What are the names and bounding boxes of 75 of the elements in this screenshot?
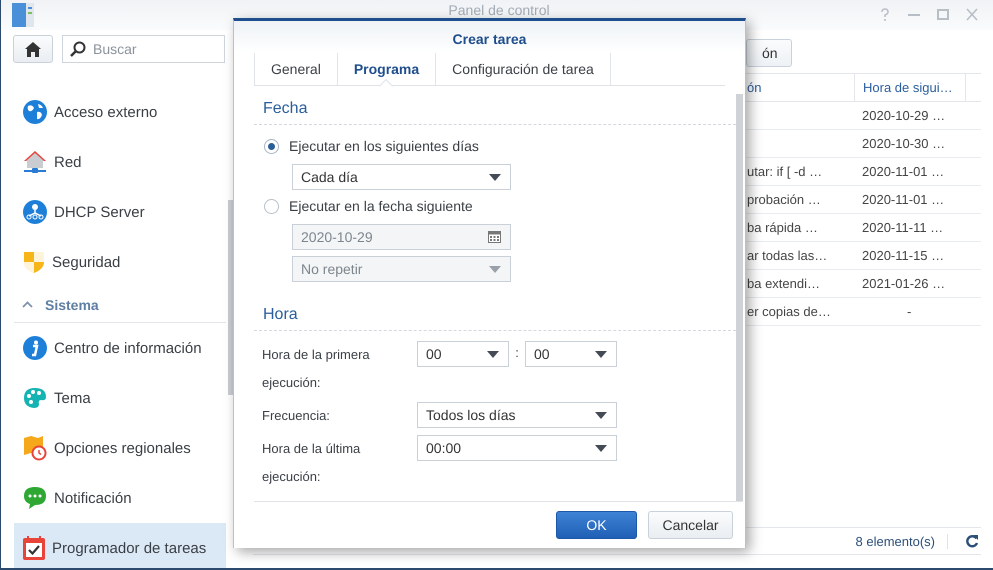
table-cell: 2020-10-29 … (862, 108, 946, 123)
sidebar-item[interactable]: Programador de tareas (14, 523, 226, 568)
dropdown[interactable]: Cada día (292, 164, 511, 190)
sidebar-item[interactable]: Tema (14, 373, 226, 423)
info-icon (23, 336, 47, 360)
table-cell: - (907, 304, 912, 319)
globe-icon (23, 100, 47, 124)
radio-option[interactable]: Ejecutar en la fecha siguiente (254, 196, 736, 216)
scrollbar[interactable] (228, 200, 233, 395)
section-header[interactable]: Sistema (14, 287, 226, 323)
search-icon (70, 41, 86, 57)
tab[interactable]: Configuración de tarea (435, 53, 611, 85)
dropdown[interactable]: 00 (417, 341, 509, 367)
radio-button[interactable] (264, 198, 279, 214)
item-count: 8 elemento(s) (856, 534, 948, 548)
separator: : (514, 344, 520, 362)
palette-icon (23, 387, 47, 409)
table-cell: er copias de… (747, 304, 831, 319)
radio-option[interactable]: Ejecutar en los siguientes días (254, 136, 736, 156)
field-label: Hora de la primera ejecución: (262, 346, 371, 392)
calendar-check-icon (23, 536, 45, 560)
caret-icon (595, 412, 607, 418)
dropdown[interactable]: Todos los días (417, 402, 617, 428)
sidebar-item[interactable]: DHCP Server (14, 187, 226, 237)
table-cell: 2020-11-11 … (862, 220, 944, 235)
caret-icon (595, 444, 607, 452)
table-cell: 2021-01-26 … (862, 276, 946, 291)
table-cell: 2020-11-15 … (862, 248, 944, 263)
section-title: Fecha (254, 100, 736, 125)
sidebar-item[interactable]: Seguridad (14, 237, 226, 287)
table-cell: utar: if [ -d … (747, 164, 822, 179)
table-cell: 2020-11-01 … (862, 164, 944, 179)
caret-icon (489, 174, 501, 180)
sidebar-item[interactable]: Centro de información (14, 323, 226, 373)
maximize-icon[interactable] (937, 8, 949, 22)
chat-bubble-icon (23, 486, 47, 510)
dialog-title: Crear tarea (234, 21, 745, 53)
cancel-button[interactable]: Cancelar (648, 511, 733, 539)
help-icon[interactable] (879, 8, 891, 22)
caret-icon (487, 350, 499, 358)
radio-button[interactable] (264, 138, 279, 154)
app-icon (12, 3, 34, 27)
table-cell: ba rápida … (747, 220, 818, 235)
sidebar-item[interactable]: Opciones regionales (14, 423, 226, 473)
column-header[interactable]: Hora de sigui… (854, 74, 966, 101)
table-cell: ba extendi… (747, 276, 820, 291)
caret-icon (595, 350, 607, 358)
ok-button[interactable]: OK (556, 511, 637, 539)
shield-icon (23, 250, 45, 274)
table-cell: 2020-10-30 … (862, 136, 946, 151)
home-button[interactable] (13, 35, 53, 63)
dropdown[interactable]: 00 (525, 341, 617, 367)
close-icon[interactable] (966, 8, 978, 22)
dropdown[interactable]: 00:00 (417, 435, 617, 461)
field-label: Frecuencia: (262, 407, 331, 425)
home-icon (25, 42, 41, 56)
tab[interactable]: General (254, 53, 337, 85)
network-icon (23, 200, 47, 224)
search-field[interactable]: Buscar (62, 35, 225, 63)
field-label: Hora de la última ejecución: (262, 440, 362, 486)
table-cell: ar todas las… (747, 248, 828, 263)
caret-icon (489, 266, 501, 272)
table-cell: 2020-11-01 … (862, 192, 944, 207)
sidebar-item[interactable]: Acceso externo (14, 87, 226, 137)
toolbar-button[interactable]: ón (746, 39, 792, 67)
sidebar-item[interactable]: Red (14, 137, 226, 187)
scrollbar[interactable] (736, 94, 743, 501)
refresh-icon[interactable] (965, 534, 979, 548)
sidebar-item[interactable]: Notificación (14, 473, 226, 523)
house-icon (23, 150, 47, 174)
map-clock-icon (23, 435, 47, 461)
table-cell: probación … (747, 192, 821, 207)
section-title: Hora (254, 306, 736, 331)
calendar-icon (488, 231, 501, 243)
window-title: Panel de control (447, 2, 551, 18)
